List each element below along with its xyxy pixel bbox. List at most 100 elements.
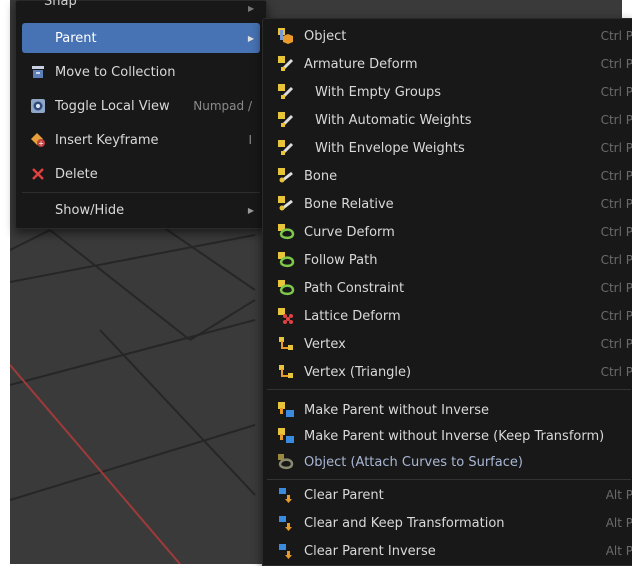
menu-item-label: Curve Deform (304, 224, 395, 240)
curve-icon (277, 279, 295, 297)
menu-item-insert-keyframe[interactable]: + Insert Keyframe I (22, 125, 260, 155)
armature-icon (277, 139, 295, 157)
menu-separator (22, 192, 260, 193)
shortcut-label: Ctrl P (600, 169, 632, 183)
menu-item-show-hide[interactable]: Show/Hide ▶ (22, 195, 260, 225)
delete-x-icon (30, 166, 46, 182)
bone-icon (277, 195, 295, 213)
menu-item-parent[interactable]: Parent ▶ (22, 23, 260, 53)
object-parent-icon (277, 27, 295, 45)
menu-item-vertex-triangle[interactable]: Vertex (Triangle) Ctrl P (277, 358, 632, 386)
menu-item-delete[interactable]: Delete (22, 159, 260, 189)
menu-item-label: Vertex (Triangle) (304, 364, 412, 380)
menu-item-lattice-deform[interactable]: Lattice Deform Ctrl P (277, 302, 632, 330)
shortcut-label: Alt P (605, 516, 632, 530)
menu-item-vertex[interactable]: Vertex Ctrl P (277, 330, 632, 358)
shortcut-label: Ctrl P (600, 29, 632, 43)
shortcut-label: Ctrl P (600, 337, 632, 351)
shortcut-label: Ctrl P (600, 57, 632, 71)
menu-item-label: Show/Hide (55, 202, 125, 218)
clear-parent-icon (277, 542, 295, 560)
menu-item-object-attach-curves-to-surface[interactable]: Object (Attach Curves to Surface) (277, 448, 632, 476)
bone-icon (277, 167, 295, 185)
menu-item-label: Delete (55, 166, 98, 182)
menu-item-armature-deform[interactable]: Armature Deform Ctrl P (277, 50, 632, 78)
menu-item-with-automatic-weights[interactable]: With Automatic Weights Ctrl P (277, 106, 632, 134)
menu-item-label: Toggle Local View (55, 98, 170, 114)
menu-item-label: Object (304, 28, 347, 44)
shortcut-label: Alt P (605, 544, 632, 558)
menu-item-path-constraint[interactable]: Path Constraint Ctrl P (277, 274, 632, 302)
keyframe-icon: + (30, 132, 46, 148)
menu-separator (267, 479, 631, 480)
object-context-menu: Snap ▶ Parent ▶ Move to Collection Toggl… (15, 0, 267, 229)
menu-item-make-parent-without-inverse[interactable]: Make Parent without Inverse (277, 396, 632, 424)
menu-item-curve-deform[interactable]: Curve Deform Ctrl P (277, 218, 632, 246)
submenu-arrow-icon: ▶ (248, 4, 255, 13)
curve-icon (277, 223, 295, 241)
shortcut-label: Numpad / (193, 99, 252, 113)
parent-no-inverse-icon (277, 401, 295, 419)
shortcut-label: Ctrl P (600, 365, 632, 379)
clear-parent-icon (277, 514, 295, 532)
menu-item-with-empty-groups[interactable]: With Empty Groups Ctrl P (277, 78, 632, 106)
menu-item-label: Make Parent without Inverse (304, 402, 490, 418)
menu-item-label: Clear Parent Inverse (304, 543, 436, 559)
menu-item-label: Make Parent without Inverse (Keep Transf… (304, 428, 605, 444)
menu-item-label: With Empty Groups (315, 84, 442, 100)
menu-item-label: Bone Relative (304, 196, 394, 212)
shortcut-label: Ctrl P (600, 85, 632, 99)
menu-item-move-to-collection[interactable]: Move to Collection (22, 57, 260, 87)
menu-item-label: Move to Collection (55, 64, 176, 80)
curve-icon (277, 251, 295, 269)
menu-item-label: Path Constraint (304, 280, 405, 296)
menu-item-label: Bone (304, 168, 338, 184)
parent-submenu: Object Ctrl P Armature Deform Ctrl P Wit… (262, 18, 632, 566)
menu-item-object[interactable]: Object Ctrl P (277, 22, 632, 50)
menu-item-label: Lattice Deform (304, 308, 401, 324)
lattice-icon (277, 307, 295, 325)
menu-item-label: Armature Deform (304, 56, 418, 72)
menu-item-label: Clear Parent (304, 487, 384, 503)
menu-item-bone[interactable]: Bone Ctrl P (277, 162, 632, 190)
vertex-icon (277, 335, 295, 353)
menu-item-label: Clear and Keep Transformation (304, 515, 505, 531)
menu-item-label: Vertex (304, 336, 346, 352)
menu-item-label: Object (Attach Curves to Surface) (304, 454, 523, 470)
menu-item-toggle-local-view[interactable]: Toggle Local View Numpad / (22, 91, 260, 121)
menu-item-make-parent-without-inverse-keep-transform[interactable]: Make Parent without Inverse (Keep Transf… (277, 422, 632, 450)
armature-icon (277, 55, 295, 73)
menu-item-clear-parent-inverse[interactable]: Clear Parent Inverse Alt P (277, 537, 632, 565)
collection-icon (30, 64, 46, 80)
armature-icon (277, 111, 295, 129)
curves-surface-icon (277, 453, 295, 471)
local-view-icon (30, 98, 46, 114)
armature-icon (277, 83, 295, 101)
shortcut-label: Ctrl P (600, 253, 632, 267)
submenu-arrow-icon: ▶ (247, 33, 254, 43)
snap-menu-item-partial[interactable]: Snap (44, 0, 77, 14)
shortcut-label: Ctrl P (600, 141, 632, 155)
shortcut-label: Ctrl P (600, 225, 632, 239)
menu-item-label: Follow Path (304, 252, 378, 268)
shortcut-label: Ctrl P (600, 281, 632, 295)
menu-item-label: Insert Keyframe (55, 132, 159, 148)
vertex-icon (277, 363, 295, 381)
menu-item-label: With Envelope Weights (315, 140, 465, 156)
shortcut-label: Ctrl P (600, 309, 632, 323)
menu-item-bone-relative[interactable]: Bone Relative Ctrl P (277, 190, 632, 218)
svg-text:+: + (38, 140, 44, 148)
shortcut-label: Alt P (605, 488, 632, 502)
menu-item-follow-path[interactable]: Follow Path Ctrl P (277, 246, 632, 274)
menu-item-clear-and-keep-transformation[interactable]: Clear and Keep Transformation Alt P (277, 509, 632, 537)
submenu-arrow-icon: ▶ (247, 205, 254, 215)
parent-no-inverse-icon (277, 427, 295, 445)
shortcut-label: I (248, 133, 252, 147)
menu-separator (267, 389, 631, 390)
clear-parent-icon (277, 486, 295, 504)
menu-item-label: Parent (55, 30, 97, 46)
menu-item-with-envelope-weights[interactable]: With Envelope Weights Ctrl P (277, 134, 632, 162)
menu-item-clear-parent[interactable]: Clear Parent Alt P (277, 481, 632, 509)
shortcut-label: Ctrl P (600, 113, 632, 127)
shortcut-label: Ctrl P (600, 197, 632, 211)
